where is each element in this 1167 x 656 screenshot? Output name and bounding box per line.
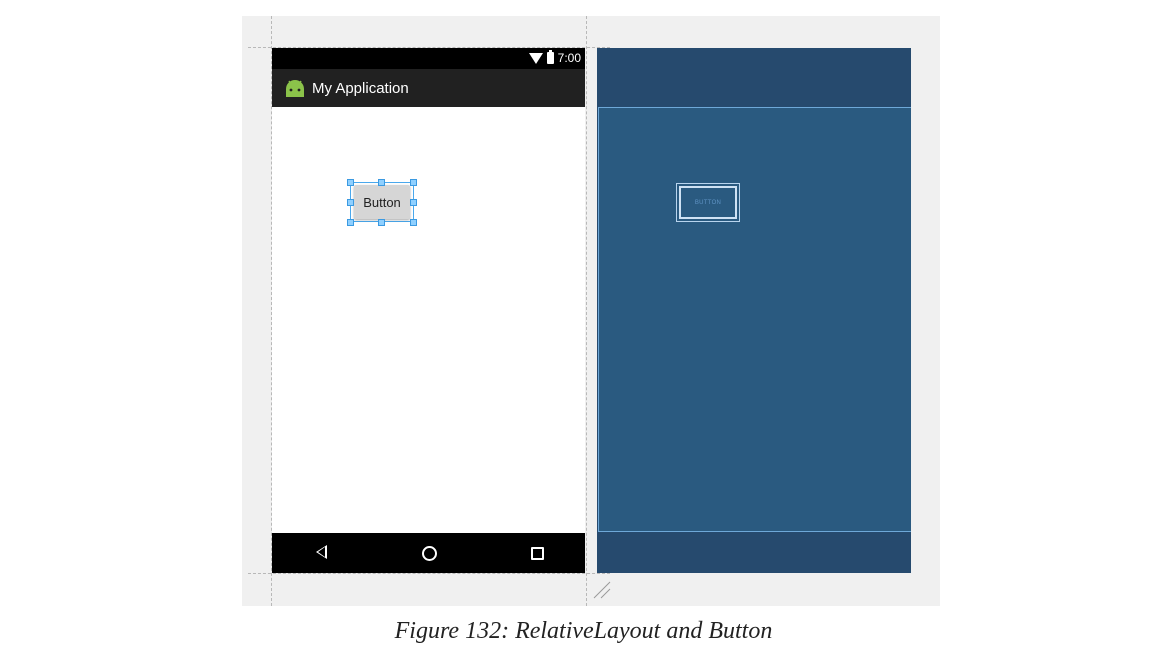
guide-line-center — [586, 16, 587, 606]
status-bar: 7:00 — [272, 48, 585, 69]
resize-handle-top[interactable] — [378, 179, 385, 186]
status-time: 7:00 — [557, 51, 581, 65]
design-button[interactable]: Button — [354, 185, 410, 219]
resize-corner-icon[interactable] — [590, 578, 612, 600]
guide-line-bottom — [248, 573, 610, 574]
resize-handle-bottom-left[interactable] — [347, 219, 354, 226]
back-icon[interactable] — [316, 545, 327, 559]
wifi-icon — [528, 52, 543, 64]
blueprint-content-area — [598, 107, 911, 532]
action-bar: My Application — [272, 69, 585, 107]
resize-handle-top-left[interactable] — [347, 179, 354, 186]
navigation-bar — [272, 533, 585, 573]
blueprint-button[interactable]: BUTTON — [679, 186, 737, 219]
resize-handle-right[interactable] — [410, 199, 417, 206]
app-title: My Application — [312, 80, 409, 97]
home-icon[interactable] — [422, 546, 437, 561]
design-view-phone: 7:00 My Application — [272, 48, 585, 573]
battery-icon — [546, 50, 554, 64]
android-icon — [286, 80, 304, 97]
resize-handle-bottom-right[interactable] — [410, 219, 417, 226]
figure-caption: Figure 132: RelativeLayout and Button — [394, 618, 773, 644]
resize-handle-bottom[interactable] — [378, 219, 385, 226]
resize-handle-left[interactable] — [347, 199, 354, 206]
resize-handle-top-right[interactable] — [410, 179, 417, 186]
recents-icon[interactable] — [531, 547, 544, 560]
